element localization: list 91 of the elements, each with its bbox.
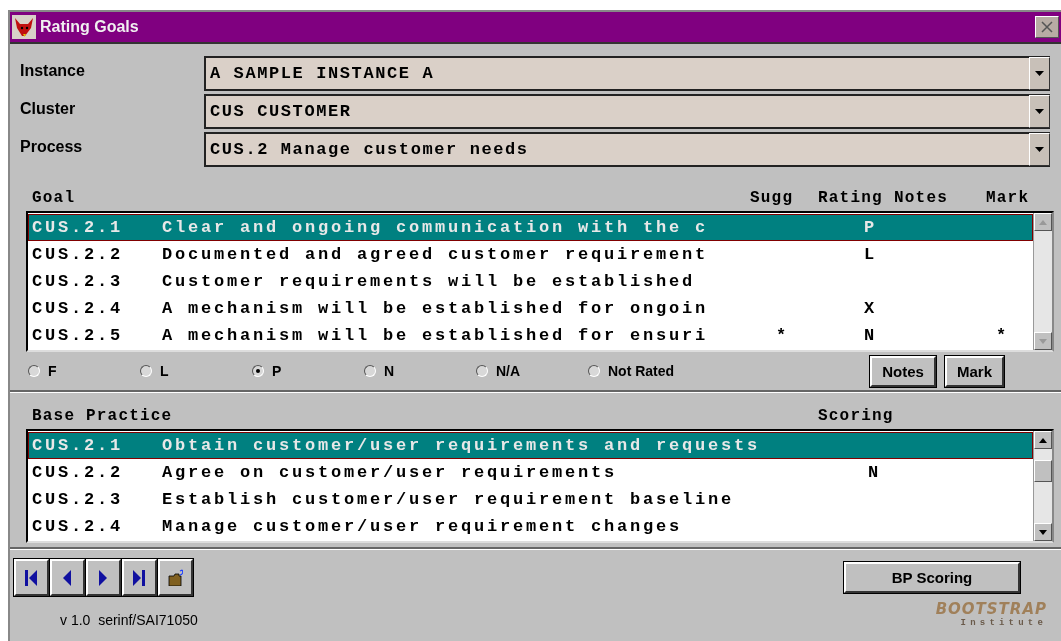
column-header: Goal bbox=[32, 189, 77, 207]
dropdown-field[interactable]: CUS CUSTOMER bbox=[204, 94, 1050, 129]
list-row[interactable]: CUS.2.2 Agree on customer/user requirements N bbox=[28, 459, 1033, 486]
caret-icon bbox=[1035, 109, 1044, 114]
practice-text: Obtain customer/user requirements and requests bbox=[162, 436, 761, 455]
practice-code: CUS.2.3 bbox=[32, 490, 123, 509]
radio-label: L bbox=[160, 363, 169, 379]
field-label: Process bbox=[20, 137, 84, 156]
scroll-down-button[interactable] bbox=[1034, 523, 1052, 541]
goal-text: Customer requirements will be established bbox=[162, 272, 696, 291]
list-row[interactable]: CUS.2.1 Obtain customer/user requirements and requests bbox=[28, 432, 1033, 459]
caret-icon bbox=[1035, 147, 1044, 152]
up-arrow-icon bbox=[1039, 437, 1047, 443]
next-button[interactable] bbox=[86, 558, 121, 596]
scroll-up-button[interactable] bbox=[1034, 431, 1052, 449]
list-row[interactable]: CUS.2.5 A mechanism will be established for ensuri * N * bbox=[28, 322, 1033, 349]
goal-code: CUS.2.5 bbox=[32, 326, 123, 345]
first-record-icon bbox=[24, 568, 39, 586]
version-text: v 1.0 serinf/SAI71050 bbox=[60, 612, 198, 628]
mark-button[interactable]: Mark bbox=[944, 355, 1004, 387]
last-button[interactable] bbox=[122, 558, 157, 596]
radio-button[interactable] bbox=[28, 365, 40, 377]
previous-button[interactable] bbox=[50, 558, 85, 596]
rating-value: X bbox=[864, 299, 877, 318]
column-header: Base Practice bbox=[32, 407, 174, 425]
list-row[interactable]: CUS.2.3 Establish customer/user requirement baseline bbox=[28, 486, 1033, 513]
close-icon bbox=[1041, 21, 1053, 33]
goal-code: CUS.2.3 bbox=[32, 272, 123, 291]
list-row[interactable]: CUS.2.4 A mechanism will be established for ongoin X bbox=[28, 295, 1033, 322]
field-label: Cluster bbox=[20, 99, 77, 118]
goal-text: Documented and agreed customer requirement bbox=[162, 245, 709, 264]
goal-code: CUS.2.4 bbox=[32, 299, 123, 318]
radio-button[interactable] bbox=[364, 365, 376, 377]
practice-code: CUS.2.1 bbox=[32, 436, 123, 455]
practice-text: Manage customer/user requirement changes bbox=[162, 517, 683, 536]
mark-value: * bbox=[996, 326, 1009, 345]
field-label: Instance bbox=[20, 61, 86, 80]
list-row[interactable]: CUS.2.1 Clear and ongoing communication with the c P bbox=[28, 214, 1033, 241]
down-arrow-icon bbox=[1039, 338, 1047, 344]
goal-code: CUS.2.2 bbox=[32, 245, 123, 264]
column-header: Notes bbox=[894, 189, 949, 207]
last-record-icon bbox=[132, 568, 147, 586]
practice-code: CUS.2.2 bbox=[32, 463, 123, 482]
first-button[interactable] bbox=[14, 558, 49, 596]
list-row[interactable]: CUS.2.2 Documented and agreed customer requirement L bbox=[28, 241, 1033, 268]
goal-text: Clear and ongoing communication with the c bbox=[162, 218, 709, 237]
dropdown-field[interactable]: A SAMPLE INSTANCE A bbox=[204, 56, 1050, 91]
column-header: Mark bbox=[986, 189, 1031, 207]
scroll-up-button[interactable] bbox=[1034, 213, 1052, 231]
radio-label: N bbox=[384, 363, 395, 379]
up-arrow-icon bbox=[1039, 219, 1047, 225]
logo-name: BOOTSTRAP bbox=[935, 600, 1047, 618]
suggestion-value: * bbox=[776, 326, 789, 345]
rating-value: N bbox=[864, 326, 877, 345]
radio-label: Not Rated bbox=[608, 363, 675, 379]
folder-icon bbox=[168, 568, 183, 586]
goal-text: A mechanism will be established for ongoin bbox=[162, 299, 709, 318]
list-row[interactable]: CUS.2.4 Manage customer/user requirement changes bbox=[28, 513, 1033, 540]
column-header: Sugg bbox=[750, 189, 795, 207]
practice-code: CUS.2.4 bbox=[32, 517, 123, 536]
radio-label: P bbox=[272, 363, 282, 379]
radio-label: N/A bbox=[496, 363, 521, 379]
radio-button[interactable] bbox=[588, 365, 600, 377]
radio-label: F bbox=[48, 363, 57, 379]
bp-scoring-button[interactable]: BP Scoring bbox=[844, 561, 1020, 593]
open-folder-button[interactable] bbox=[158, 558, 193, 596]
radio-button[interactable] bbox=[140, 365, 152, 377]
radio-button[interactable] bbox=[476, 365, 488, 377]
practice-text: Agree on customer/user requirements bbox=[162, 463, 618, 482]
down-arrow-icon bbox=[1039, 529, 1047, 535]
goal-text: A mechanism will be established for ensuri bbox=[162, 326, 709, 345]
goal-code: CUS.2.1 bbox=[32, 218, 123, 237]
column-header: Rating bbox=[818, 189, 884, 207]
scoring-value: N bbox=[868, 463, 881, 482]
scrollbar[interactable] bbox=[1033, 431, 1052, 541]
caret-icon bbox=[1035, 71, 1044, 76]
practice-text: Establish customer/user requirement baseline bbox=[162, 490, 735, 509]
dropdown-field[interactable]: CUS.2 Manage customer needs bbox=[204, 132, 1050, 167]
column-header: Scoring bbox=[818, 407, 895, 425]
notes-button[interactable]: Notes bbox=[870, 355, 936, 387]
window-title: Rating Goals bbox=[40, 18, 140, 36]
list-row[interactable]: CUS.2.3 Customer requirements will be established bbox=[28, 268, 1033, 295]
app-icon bbox=[12, 15, 36, 39]
close-button[interactable] bbox=[1035, 16, 1059, 38]
logo-subtitle: Institute bbox=[960, 618, 1047, 628]
scroll-thumb[interactable] bbox=[1034, 460, 1052, 482]
scroll-down-button[interactable] bbox=[1034, 332, 1052, 350]
radio-button[interactable] bbox=[252, 365, 264, 377]
scrollbar[interactable] bbox=[1033, 213, 1052, 350]
rating-value: P bbox=[864, 218, 877, 237]
rating-value: L bbox=[864, 245, 877, 264]
